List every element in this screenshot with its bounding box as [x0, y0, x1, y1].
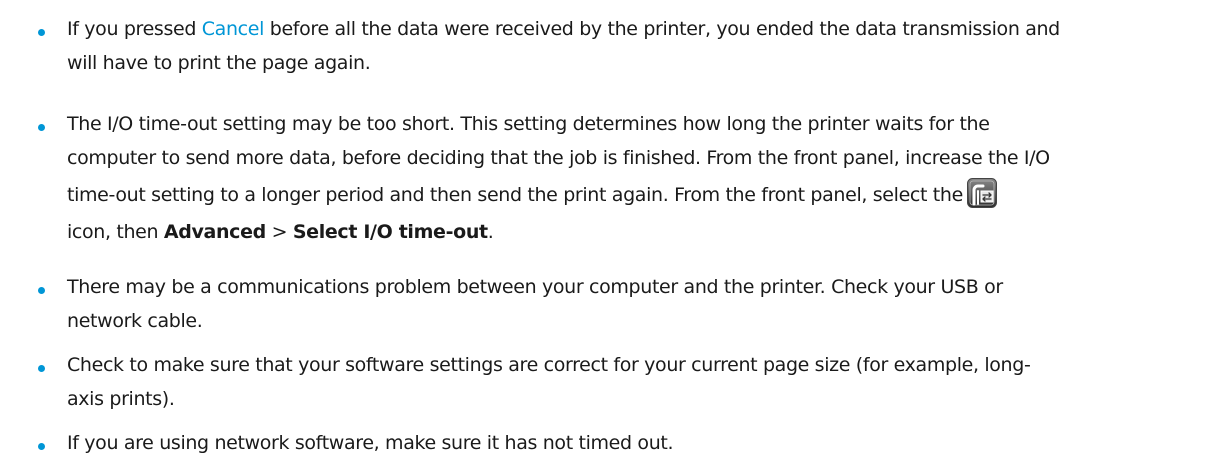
bullet-dot — [38, 287, 45, 294]
connectivity-settings-icon — [966, 177, 997, 208]
text-line: computer to send more data, before decid… — [67, 147, 1050, 169]
text-line: icon, then Advanced > Select I/O time-ou… — [67, 215, 1207, 249]
cancel-link[interactable]: Cancel — [202, 18, 265, 40]
text-run: . — [487, 221, 494, 243]
text-run: icon, then — [67, 221, 164, 243]
text-run: > — [265, 221, 293, 243]
bullet-dot — [38, 365, 45, 372]
text-line: axis prints). — [67, 388, 175, 410]
advanced-menu-label: Advanced — [163, 221, 266, 243]
list-item-text: If you are using network software, make … — [67, 426, 1207, 460]
text-line: network cable. — [67, 310, 203, 332]
bullet-dot — [38, 29, 45, 36]
text-line: Check to make sure that your software se… — [67, 354, 1031, 376]
list-item-text: The I/O time-out setting may be too shor… — [67, 107, 1207, 249]
text-run: time-out setting to a longer period and … — [67, 184, 963, 206]
text-line: time-out setting to a longer period and … — [67, 175, 1207, 215]
bullet-dot — [38, 124, 45, 131]
text-run: before all the data were received by the… — [264, 18, 1061, 40]
bullet-dot — [38, 443, 45, 450]
list-item-text: If you pressed Cancel before all the dat… — [67, 12, 1207, 80]
text-line: There may be a communications problem be… — [67, 276, 1003, 298]
text-line: If you pressed Cancel before all the dat… — [67, 12, 1207, 46]
text-line: The I/O time-out setting may be too shor… — [67, 113, 990, 135]
text-run: If you pressed — [67, 18, 202, 40]
text-line: If you are using network software, make … — [67, 432, 674, 454]
list-item-text: Check to make sure that your software se… — [67, 348, 1207, 416]
list-item-text: There may be a communications problem be… — [67, 270, 1207, 338]
text-line: will have to print the page again. — [67, 52, 371, 74]
select-io-timeout-label: Select I/O time-out — [292, 221, 488, 243]
